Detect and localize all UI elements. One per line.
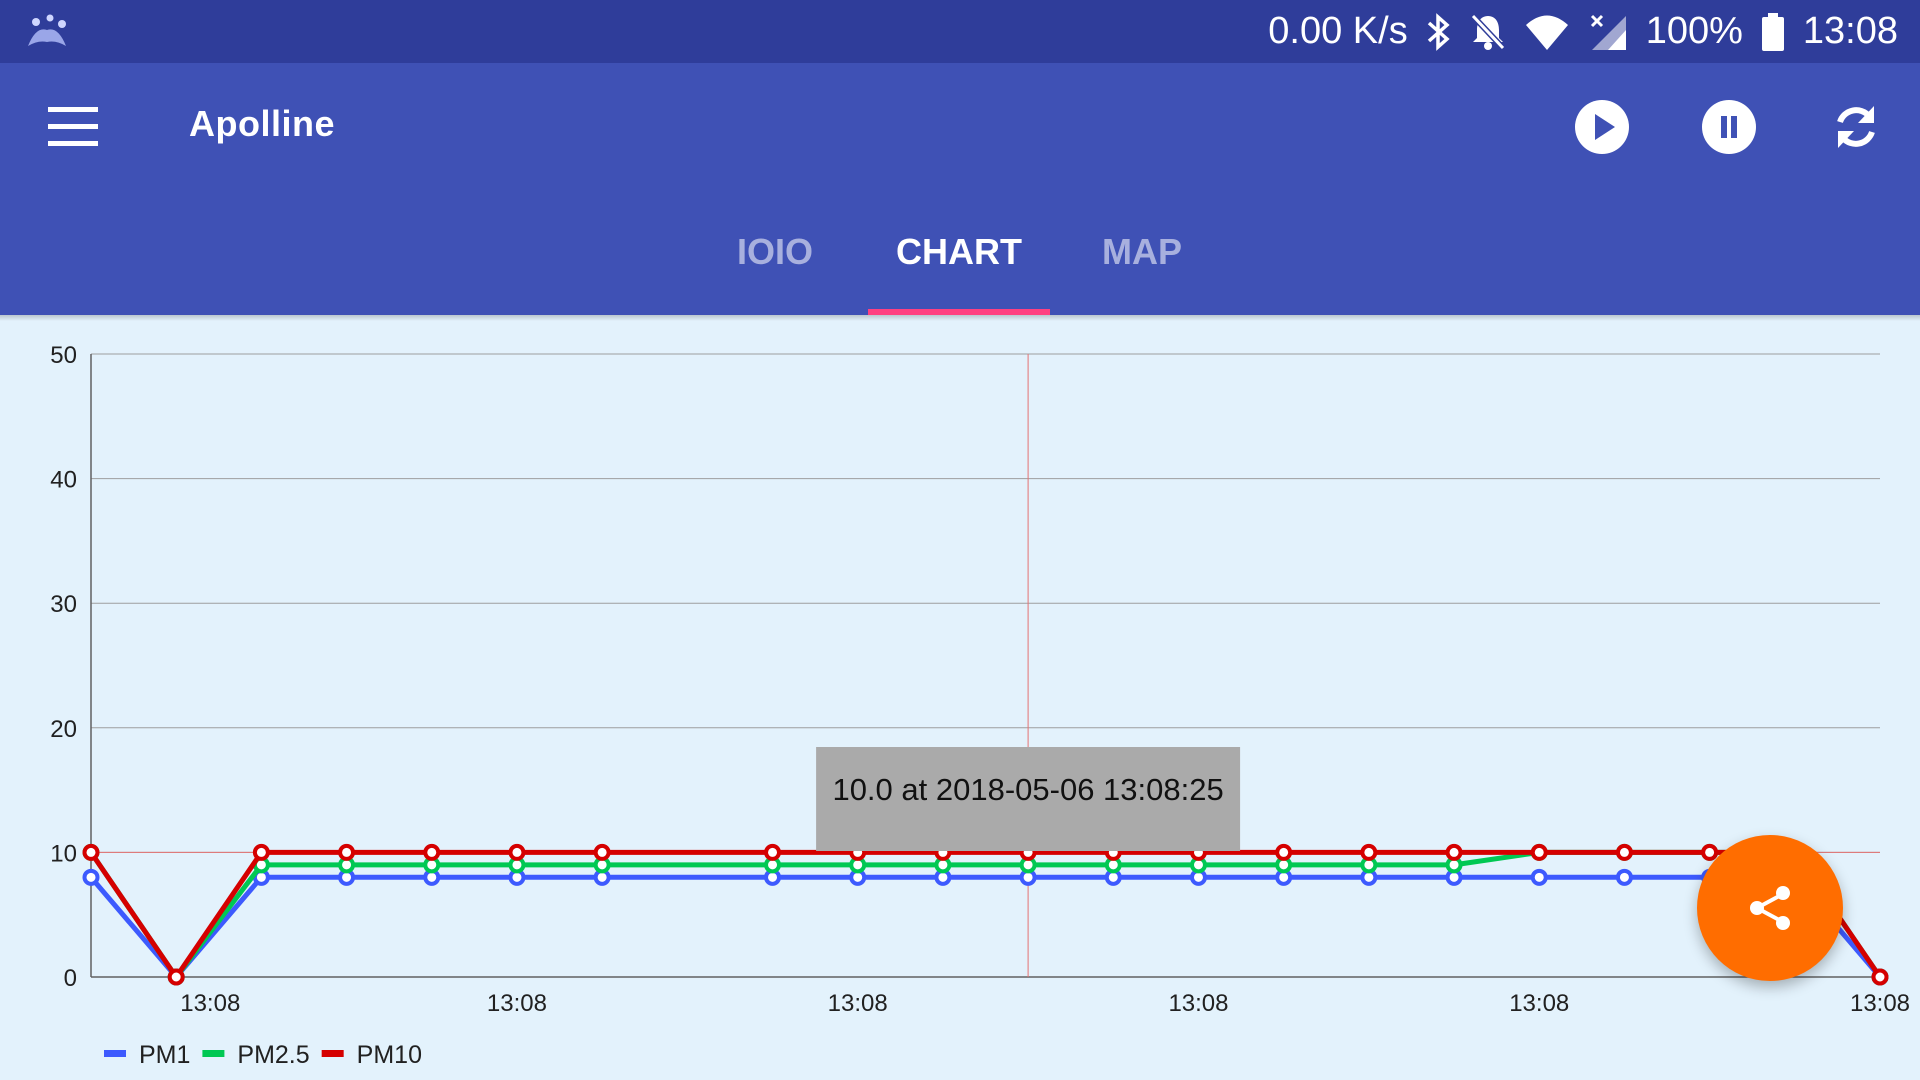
chart-series (82, 843, 1889, 986)
y-tick-label: 40 (50, 467, 77, 494)
data-point-pm10 (423, 843, 441, 861)
series-line-pm1 (89, 874, 1882, 980)
data-point-pm10 (1871, 968, 1889, 986)
app-title: Apolline (189, 103, 335, 144)
legend-label-pm10: PM10 (357, 1041, 422, 1069)
legend-label-pm25: PM2.5 (237, 1041, 309, 1069)
sync-icon (1837, 106, 1875, 148)
chart-tooltip: 10.0 at 2018-05-06 13:08:25 (816, 747, 1241, 851)
legend-swatch-pm1 (104, 1050, 126, 1057)
data-point-pm10 (593, 843, 611, 861)
play-icon (1575, 100, 1629, 154)
legend-swatch-pm10 (321, 1050, 344, 1057)
x-tick-label: 13:08 (1850, 990, 1910, 1017)
data-point-pm10 (1275, 843, 1293, 861)
y-tick-label: 10 (50, 840, 77, 867)
data-point-pm10 (338, 843, 356, 861)
menu-icon (48, 107, 98, 146)
notifications-off-icon (1470, 13, 1505, 50)
data-point-pm1 (1530, 868, 1548, 886)
y-tick-label: 0 (64, 965, 77, 992)
tab-bar: IOIO CHART MAP (0, 189, 1920, 315)
y-tick-label: 20 (50, 716, 77, 743)
data-point-pm1 (82, 868, 100, 886)
menu-button[interactable] (38, 97, 108, 157)
x-tick-label: 13:08 (487, 990, 547, 1017)
data-point-pm10 (167, 968, 185, 986)
clock: 13:08 (1802, 10, 1898, 52)
app-notification-icon (28, 14, 66, 46)
play-button[interactable] (1570, 95, 1634, 159)
tab-ioio[interactable]: IOIO (684, 189, 866, 315)
data-point-pm10 (82, 843, 100, 861)
data-point-pm10 (1530, 843, 1548, 861)
chart-highlight (91, 354, 1880, 977)
pause-icon (1702, 100, 1756, 154)
data-point-pm10 (252, 843, 270, 861)
legend-label-pm1: PM1 (139, 1041, 190, 1069)
x-tick-label: 13:08 (180, 990, 240, 1017)
net-speed: 0.00 K/s (1268, 10, 1408, 52)
data-point-pm10 (508, 843, 526, 861)
chart-legend: PM1 PM2.5 PM10 (104, 1041, 422, 1069)
x-tick-label: 13:08 (1509, 990, 1569, 1017)
x-tick-label: 13:08 (828, 990, 888, 1017)
data-point-pm10 (1615, 843, 1633, 861)
no-signal-icon (1590, 14, 1626, 50)
data-point-pm10 (764, 843, 782, 861)
sync-button[interactable] (1824, 95, 1888, 159)
data-point-pm10 (1360, 843, 1378, 861)
legend-swatch-pm25 (202, 1050, 225, 1057)
x-tick-label: 13:08 (1168, 990, 1228, 1017)
share-button[interactable] (1697, 835, 1843, 981)
pause-button[interactable] (1697, 95, 1761, 159)
app-bar: Apolline (0, 63, 1920, 189)
y-tick-label: 50 (50, 342, 77, 369)
y-tick-label: 30 (50, 591, 77, 618)
chart-axes: 0 10 20 30 40 50 13:08 13:08 13:08 13:08 13:08 13:0… (50, 342, 1910, 1017)
data-point-pm1 (1615, 868, 1633, 886)
bluetooth-icon (1427, 12, 1450, 51)
tab-map[interactable]: MAP (1051, 189, 1233, 315)
tooltip-text: 10.0 at 2018-05-06 13:08:25 (832, 772, 1223, 807)
battery-full-icon (1761, 12, 1784, 51)
series-line-pm25 (88, 849, 1883, 980)
status-bar: 0.00 K/s 100% 13:08 (0, 0, 1920, 63)
tab-chart[interactable]: CHART (868, 189, 1050, 315)
status-indicators: 0.00 K/s 100% 13:08 (1268, 0, 1898, 63)
battery-percent: 100% (1645, 10, 1743, 52)
series-line-pm10 (88, 849, 1883, 980)
share-icon (1750, 886, 1790, 930)
data-point-pm10 (1701, 843, 1719, 861)
line-chart: 0 10 20 30 40 50 13:08 13:08 13:08 13:08 13:08 13:0… (50, 342, 1910, 1069)
data-point-pm10 (1445, 843, 1463, 861)
wifi-icon (1525, 15, 1568, 50)
